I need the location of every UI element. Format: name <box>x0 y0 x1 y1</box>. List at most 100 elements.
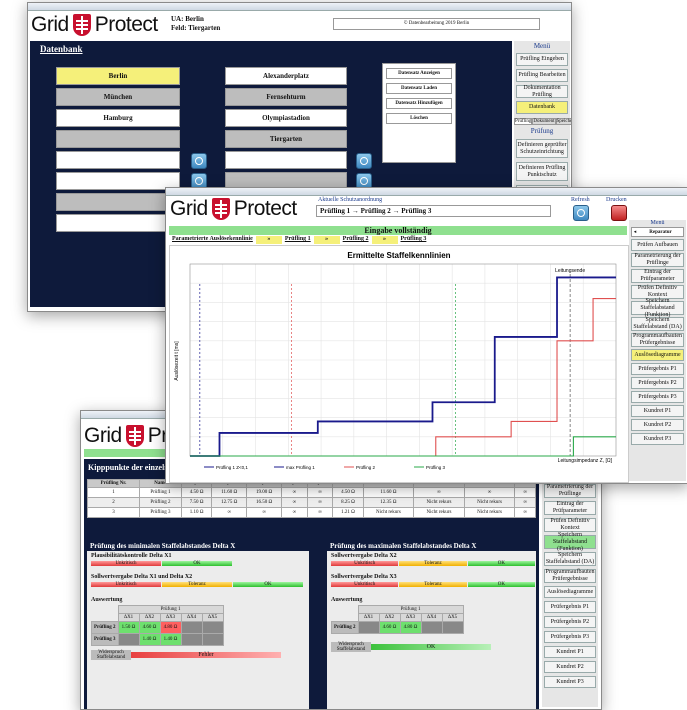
menu-item[interactable]: Prüfling Eingeben <box>516 53 568 66</box>
legend-label: Prüfling 2 <box>356 465 376 470</box>
front-menu-item[interactable]: Kundret P1 <box>544 646 596 658</box>
min-status-value: Fehler <box>131 652 281 658</box>
chart-menu-item[interactable]: Kundret P3 <box>631 433 684 445</box>
chart-menu-item[interactable]: Prüfergebnis P2 <box>631 377 684 389</box>
scroll-up-icon-2[interactable] <box>356 153 372 169</box>
front-menu-item[interactable]: Kundret P3 <box>544 676 596 688</box>
param-item[interactable]: Prüfling 1 <box>281 236 314 244</box>
menu-item[interactable]: Dokumentation Prüfling <box>516 85 568 98</box>
header-field[interactable]: © Datenbearbeitung 2019 Berlin <box>333 18 540 30</box>
eval-col-header: ΔX4 <box>180 613 203 622</box>
header-info: UA: Berlin Feld: Tiergarten <box>171 15 220 33</box>
front-menu-item[interactable]: Prüfergebnis P1 <box>544 601 596 613</box>
action-button[interactable]: Datensatz Hinzufügen <box>386 98 452 109</box>
front-menu-item[interactable]: Prüfen Definitiv Kontext <box>544 518 596 532</box>
chart-menu-item[interactable]: Programmaufbauten Prüfergebnisse <box>631 333 684 347</box>
shield-icon <box>72 14 91 36</box>
eval-row: Prüfling 2 4.60 Ω 4.80 Ω <box>331 621 464 634</box>
legend-label: Prüfling 3 <box>426 465 446 470</box>
location-entry[interactable]: Fernsehturm <box>225 88 347 106</box>
print-icon[interactable] <box>611 205 627 221</box>
city-entry-empty[interactable] <box>56 193 180 211</box>
table-cell: ∞ <box>306 497 334 508</box>
front-menu-item[interactable]: Eintrag der Prüfparameter <box>544 501 596 515</box>
action-button[interactable]: Löschen <box>386 113 452 124</box>
chart-menu-item[interactable]: Auslösediagramme <box>631 349 684 361</box>
front-menu-item[interactable]: Speichern Staffelabstand (DA) <box>544 552 596 566</box>
table-cell: ∞ <box>306 507 334 518</box>
eval-cell <box>357 621 380 634</box>
city-entry[interactable]: Berlin <box>56 67 180 85</box>
chart-menu-item[interactable]: Speichern Staffelabstand (DA) <box>631 317 684 331</box>
param-arrow: » <box>313 236 340 244</box>
max-eval-table: Prüfung 1 ΔX1 ΔX2 ΔX3 ΔX4 ΔX5 Prüfling 2 4.60 Ω… <box>331 605 464 634</box>
refresh-icon[interactable] <box>573 205 589 221</box>
front-menu-item[interactable]: Programmaufbauten Prüfergebnisse <box>544 569 596 583</box>
location-entry[interactable] <box>225 151 347 169</box>
max-status-row: Widerspruch Staffelabstand OK <box>331 642 536 652</box>
front-menu-item[interactable]: Prüfergebnis P2 <box>544 616 596 628</box>
table-cell: Prüfling 3 <box>139 507 182 518</box>
front-menu-item[interactable]: Kundret P2 <box>544 661 596 673</box>
menu-tab[interactable]: Speicher <box>555 118 571 125</box>
chart-menu-item[interactable]: Eintrag der Prüfparameter <box>631 269 684 283</box>
table-cell: 11.60 Ω <box>362 487 415 498</box>
table-cell: ∞ <box>211 507 248 518</box>
chart-legend: Prüfling 1 Z<0,1 max Prüfling 1 Prüfling 2… <box>204 465 446 470</box>
city-entry[interactable] <box>56 130 180 148</box>
max-status-value: OK <box>371 644 491 650</box>
location-entry[interactable]: Tiergarten <box>225 130 347 148</box>
location-entry[interactable]: Olympiastadion <box>225 109 347 127</box>
chart-menu-item[interactable]: Kundret P2 <box>631 419 684 431</box>
action-button[interactable]: Datensatz Anzeigen <box>386 68 452 79</box>
chart-menu-item[interactable]: Prüfergebnis P1 <box>631 363 684 375</box>
city-entry-empty[interactable] <box>56 172 180 190</box>
chart-menu-item[interactable]: Kundret P1 <box>631 405 684 417</box>
chart-title: Ermittelte Staffelkennlinien <box>347 251 450 260</box>
menu-tab[interactable]: Prüfling <box>514 118 533 125</box>
city-entry[interactable]: München <box>56 88 180 106</box>
chart-menu-item[interactable]: Parametrierung der Prüflinge <box>631 253 684 267</box>
menu-item[interactable]: Prüfling Bearbeiten <box>516 69 568 82</box>
front-menu-item[interactable]: Speichern Staffelabstand (Funktion) <box>544 532 596 552</box>
eval-row-label: Prüfling 3 <box>91 633 119 646</box>
city-entry-empty[interactable] <box>56 214 180 232</box>
city-entry[interactable] <box>56 151 180 169</box>
eval-row: Prüfling 2 1.50 Ω 4.60 Ω 4.80 Ω <box>91 621 224 634</box>
scroll-up-icon[interactable] <box>191 153 207 169</box>
action-button[interactable]: Datensatz Laden <box>386 83 452 94</box>
header-info-line2: Feld: Tiergarten <box>171 24 221 32</box>
param-arrow: » <box>371 236 398 244</box>
chart-menu-item[interactable]: Speichern Staffelabstand (Funktion) <box>631 298 684 318</box>
menu-item[interactable]: Datenbank <box>516 101 568 114</box>
status-bar-segment: OK <box>467 561 535 566</box>
pruefung-item[interactable]: Definieren geprüfter Schutzeinrichtung <box>516 139 568 158</box>
chart-menu-item[interactable]: Prüfen Aufbauen <box>631 239 684 251</box>
gridprotect-logo: Grid Protect <box>31 13 158 37</box>
kipppunkte-table-wrap: Prüfling Nr.NameZyk1Zyk2Zyk3Zyk4Zyk5Ph1P… <box>87 479 536 518</box>
front-menu-item[interactable]: Auslösediagramme <box>544 586 596 598</box>
front-menu-item[interactable]: Parametrierung der Prüflinge <box>544 484 596 498</box>
pruefung-item[interactable]: Definieren Prüfling Punktschutz <box>516 162 568 181</box>
location-entry[interactable]: Alexanderplatz <box>225 67 347 85</box>
table-header: Prüfling Nr. <box>87 479 140 488</box>
chart-menu-selected[interactable]: ◂ Reparatur <box>631 227 684 237</box>
menu-tabs: PrüflingDokumentSpeicher <box>514 118 571 125</box>
param-row: Parametrierte Auslösekennlinie» Prüfling … <box>169 236 627 244</box>
eval-row-label: Prüfling 2 <box>331 621 359 634</box>
table-cell: 12.35 Ω <box>362 497 415 508</box>
param-label: Parametrierte Auslösekennlinie <box>169 236 256 244</box>
city-entry[interactable]: Hamburg <box>56 109 180 127</box>
front-menu-item[interactable]: Prüfergebnis P3 <box>544 631 596 643</box>
max-panel: Prüfung des maximalen Staffelabstandes D… <box>327 541 536 709</box>
front-right-menu: Parametrierung der Prüflinge Eintrag der … <box>542 481 598 707</box>
param-item[interactable]: Prüfling 3 <box>397 236 430 244</box>
eval-column-row: ΔX1 ΔX2 ΔX3 ΔX4 ΔX5 <box>332 613 464 622</box>
menu-tab[interactable]: Dokument <box>532 118 556 125</box>
chart-menu-item[interactable]: Prüfergebnis P3 <box>631 391 684 403</box>
param-item[interactable]: Prüfling 2 <box>339 236 372 244</box>
eval-col-header: ΔX1 <box>117 613 140 622</box>
status-bar-segment: Unkritisch <box>91 561 161 566</box>
status-bar-segment: Toleranz <box>399 582 467 587</box>
table-row: 1 Prüfling 1 4.50 Ω 11.60 Ω 19.00 Ω ∞ ∞ 4.50 Ω1… <box>87 487 536 498</box>
